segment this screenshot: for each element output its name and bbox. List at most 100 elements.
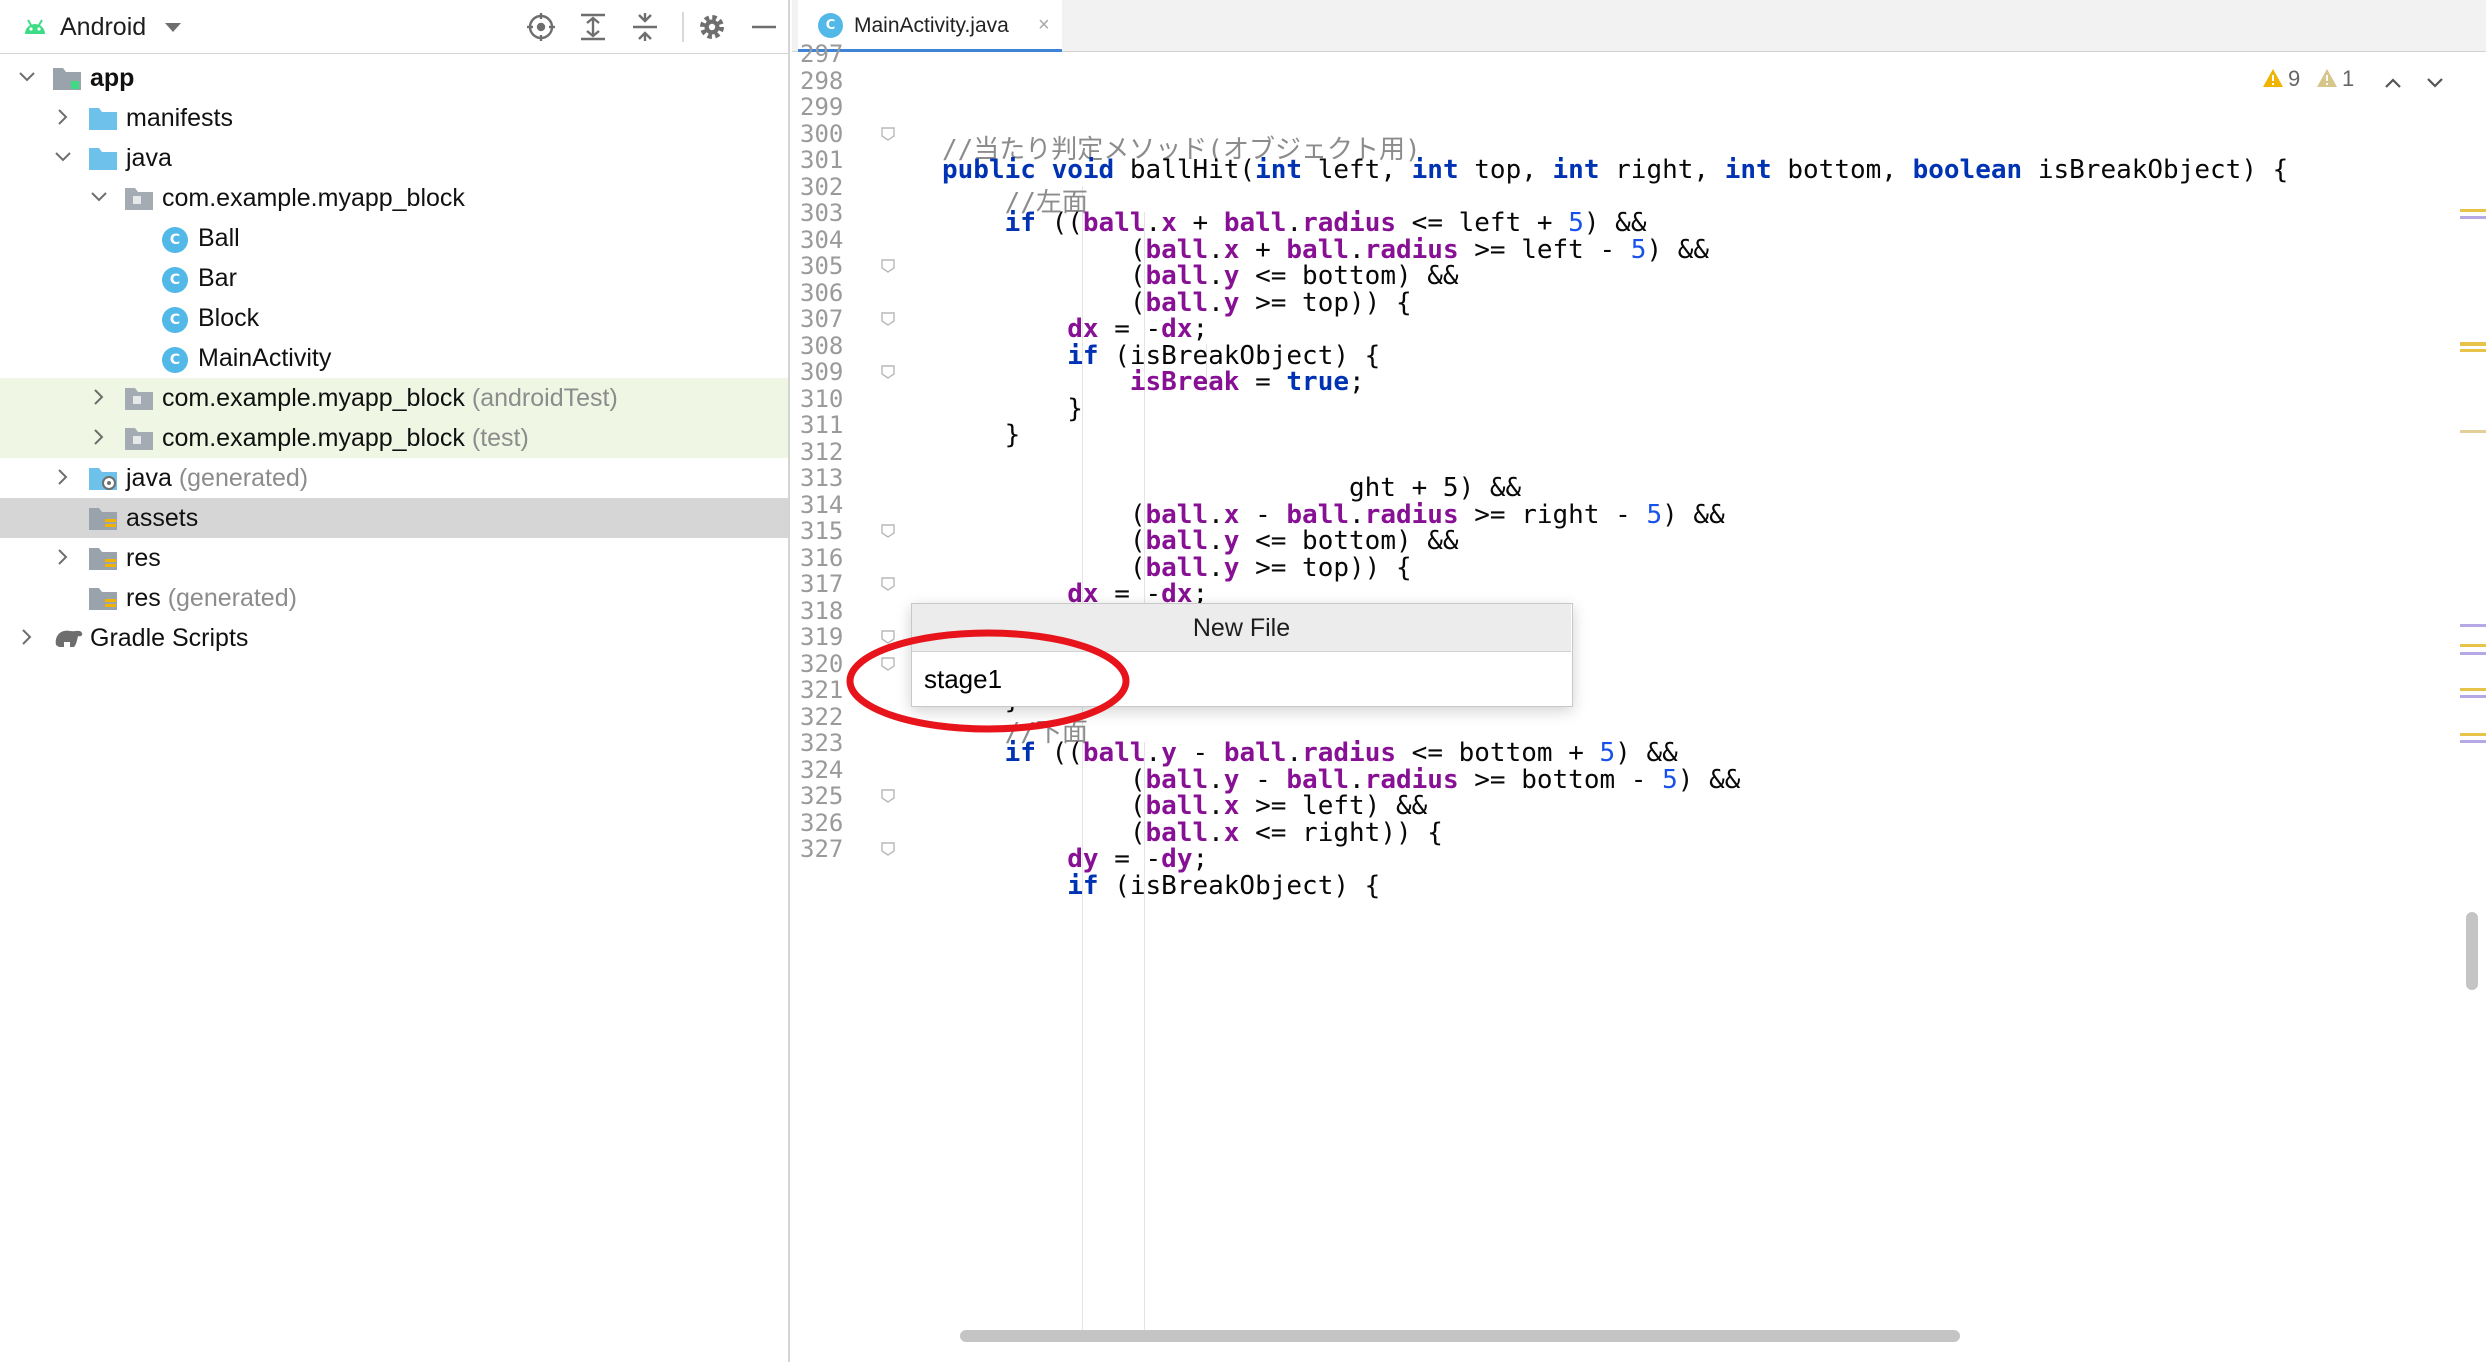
line-number: 298 — [800, 67, 844, 95]
hide-panel-icon[interactable] — [748, 11, 780, 43]
chevron-down-icon[interactable] — [18, 68, 36, 91]
chevron-down-icon[interactable] — [164, 21, 182, 39]
fold-marker-icon[interactable] — [880, 656, 896, 672]
tree-label-suffix: (androidTest) — [471, 384, 618, 412]
fold-marker-icon[interactable] — [880, 576, 896, 592]
expand-all-icon[interactable] — [577, 11, 609, 43]
line-number: 321 — [800, 676, 844, 704]
line-number: 308 — [800, 332, 844, 360]
fold-marker-icon[interactable] — [880, 364, 896, 380]
warning-marker[interactable] — [2460, 430, 2486, 433]
class-icon: C — [162, 227, 188, 253]
tree-node-block-class[interactable]: C Block — [0, 298, 788, 338]
tree-node-package-androidtest[interactable]: com.example.myapp_block (androidTest) — [0, 378, 788, 418]
fold-marker-icon[interactable] — [880, 258, 896, 274]
warning-marker[interactable] — [2460, 644, 2486, 647]
line-number-gutter: 297 298 299 300 301 302 303 304 305 306 307 308 309 3… — [792, 40, 942, 1362]
tree-node-package[interactable]: com.example.myapp_block — [0, 178, 788, 218]
warning-marker[interactable] — [2460, 688, 2486, 691]
tree-label-suffix: (generated) — [178, 464, 309, 492]
gear-icon[interactable] — [696, 11, 728, 43]
warning-marker[interactable] — [2460, 342, 2486, 346]
line-number: 320 — [800, 650, 844, 678]
tab-label: MainActivity.java — [854, 14, 1009, 37]
tree-node-res[interactable]: res — [0, 538, 788, 578]
line-number: 305 — [800, 252, 844, 280]
code-line-302: if ((ball.x + ball.radius <= left + 5) &… — [1004, 208, 1647, 238]
tree-label: Gradle Scripts — [90, 624, 249, 652]
info-marker[interactable] — [2460, 740, 2486, 743]
info-marker[interactable] — [2460, 695, 2486, 698]
line-number: 318 — [800, 597, 844, 625]
warning-marker[interactable] — [2460, 349, 2486, 352]
code-line-327: if (isBreakObject) { — [1067, 871, 1381, 901]
fold-marker-icon[interactable] — [880, 788, 896, 804]
tree-node-assets[interactable]: assets — [0, 498, 788, 538]
tree-node-gradle-scripts[interactable]: Gradle Scripts — [0, 618, 788, 658]
fold-marker-icon[interactable] — [880, 311, 896, 327]
fold-marker-icon[interactable] — [880, 523, 896, 539]
line-number: 314 — [800, 491, 844, 519]
code-line-304: (ball.y <= bottom) && — [942, 261, 1459, 291]
toolbar-separator — [682, 12, 684, 42]
view-selector[interactable]: Android — [60, 13, 146, 42]
tree-label-name: com.example.myapp_block — [162, 384, 465, 412]
tree-node-java-generated[interactable]: java (generated) — [0, 458, 788, 498]
line-number: 316 — [800, 544, 844, 572]
close-icon[interactable]: × — [1038, 14, 1050, 37]
fold-marker-icon[interactable] — [880, 629, 896, 645]
code-line-312: ght + 5) && — [942, 473, 1521, 503]
warning-marker[interactable] — [2460, 209, 2486, 212]
code-line-310: } — [942, 420, 1021, 450]
module-folder-icon — [52, 65, 82, 96]
tree-label: Block — [198, 304, 260, 332]
code-line-314: (ball.y <= bottom) && — [942, 526, 1459, 556]
chevron-right-icon[interactable] — [54, 548, 72, 571]
fold-marker-icon[interactable] — [880, 126, 896, 142]
code-line-324: (ball.x >= left) && — [942, 791, 1428, 821]
tree-label: res (generated) — [126, 584, 297, 613]
warning-marker[interactable] — [2460, 733, 2486, 736]
tree-node-res-generated[interactable]: res (generated) — [0, 578, 788, 618]
chevron-right-icon[interactable] — [90, 428, 108, 451]
collapse-all-icon[interactable] — [629, 11, 661, 43]
chevron-right-icon[interactable] — [54, 108, 72, 131]
tree-node-ball-class[interactable]: C Ball — [0, 218, 788, 258]
tree-node-app[interactable]: app — [0, 58, 788, 98]
chevron-right-icon[interactable] — [18, 628, 36, 651]
info-marker[interactable] — [2460, 652, 2486, 655]
package-icon — [124, 185, 154, 216]
resource-folder-icon — [88, 545, 118, 576]
line-number: 323 — [800, 729, 844, 757]
tree-label: Ball — [198, 224, 240, 252]
tree-label-name: java — [126, 464, 172, 492]
tree-label-name: res — [126, 584, 161, 612]
chevron-right-icon[interactable] — [54, 468, 72, 491]
tree-node-bar-class[interactable]: C Bar — [0, 258, 788, 298]
tree-node-mainactivity-class[interactable]: C MainActivity — [0, 338, 788, 378]
file-name-input[interactable] — [914, 654, 1569, 704]
class-icon: C — [162, 267, 188, 293]
tree-node-package-test[interactable]: com.example.myapp_block (test) — [0, 418, 788, 458]
tree-node-java[interactable]: java — [0, 138, 788, 178]
chevron-right-icon[interactable] — [90, 388, 108, 411]
info-marker[interactable] — [2460, 216, 2486, 219]
line-number: 324 — [800, 756, 844, 784]
line-number: 303 — [800, 199, 844, 227]
horizontal-scrollbar[interactable] — [960, 1330, 1960, 1342]
info-marker[interactable] — [2460, 624, 2486, 627]
chevron-down-icon[interactable] — [90, 188, 108, 211]
locate-icon[interactable] — [525, 11, 557, 43]
tree-label: Bar — [198, 264, 237, 292]
chevron-down-icon[interactable] — [54, 148, 72, 171]
tree-node-manifests[interactable]: manifests — [0, 98, 788, 138]
vertical-scrollbar[interactable] — [2466, 912, 2478, 990]
error-stripe[interactable] — [2456, 52, 2486, 1342]
line-number: 315 — [800, 517, 844, 545]
fold-marker-icon[interactable] — [880, 841, 896, 857]
tree-label: app — [90, 64, 135, 92]
code-line-326: dy = -dy; — [1067, 844, 1209, 874]
tree-label: res — [126, 544, 161, 572]
gradle-elephant-icon — [52, 625, 84, 654]
line-number: 317 — [800, 570, 844, 598]
